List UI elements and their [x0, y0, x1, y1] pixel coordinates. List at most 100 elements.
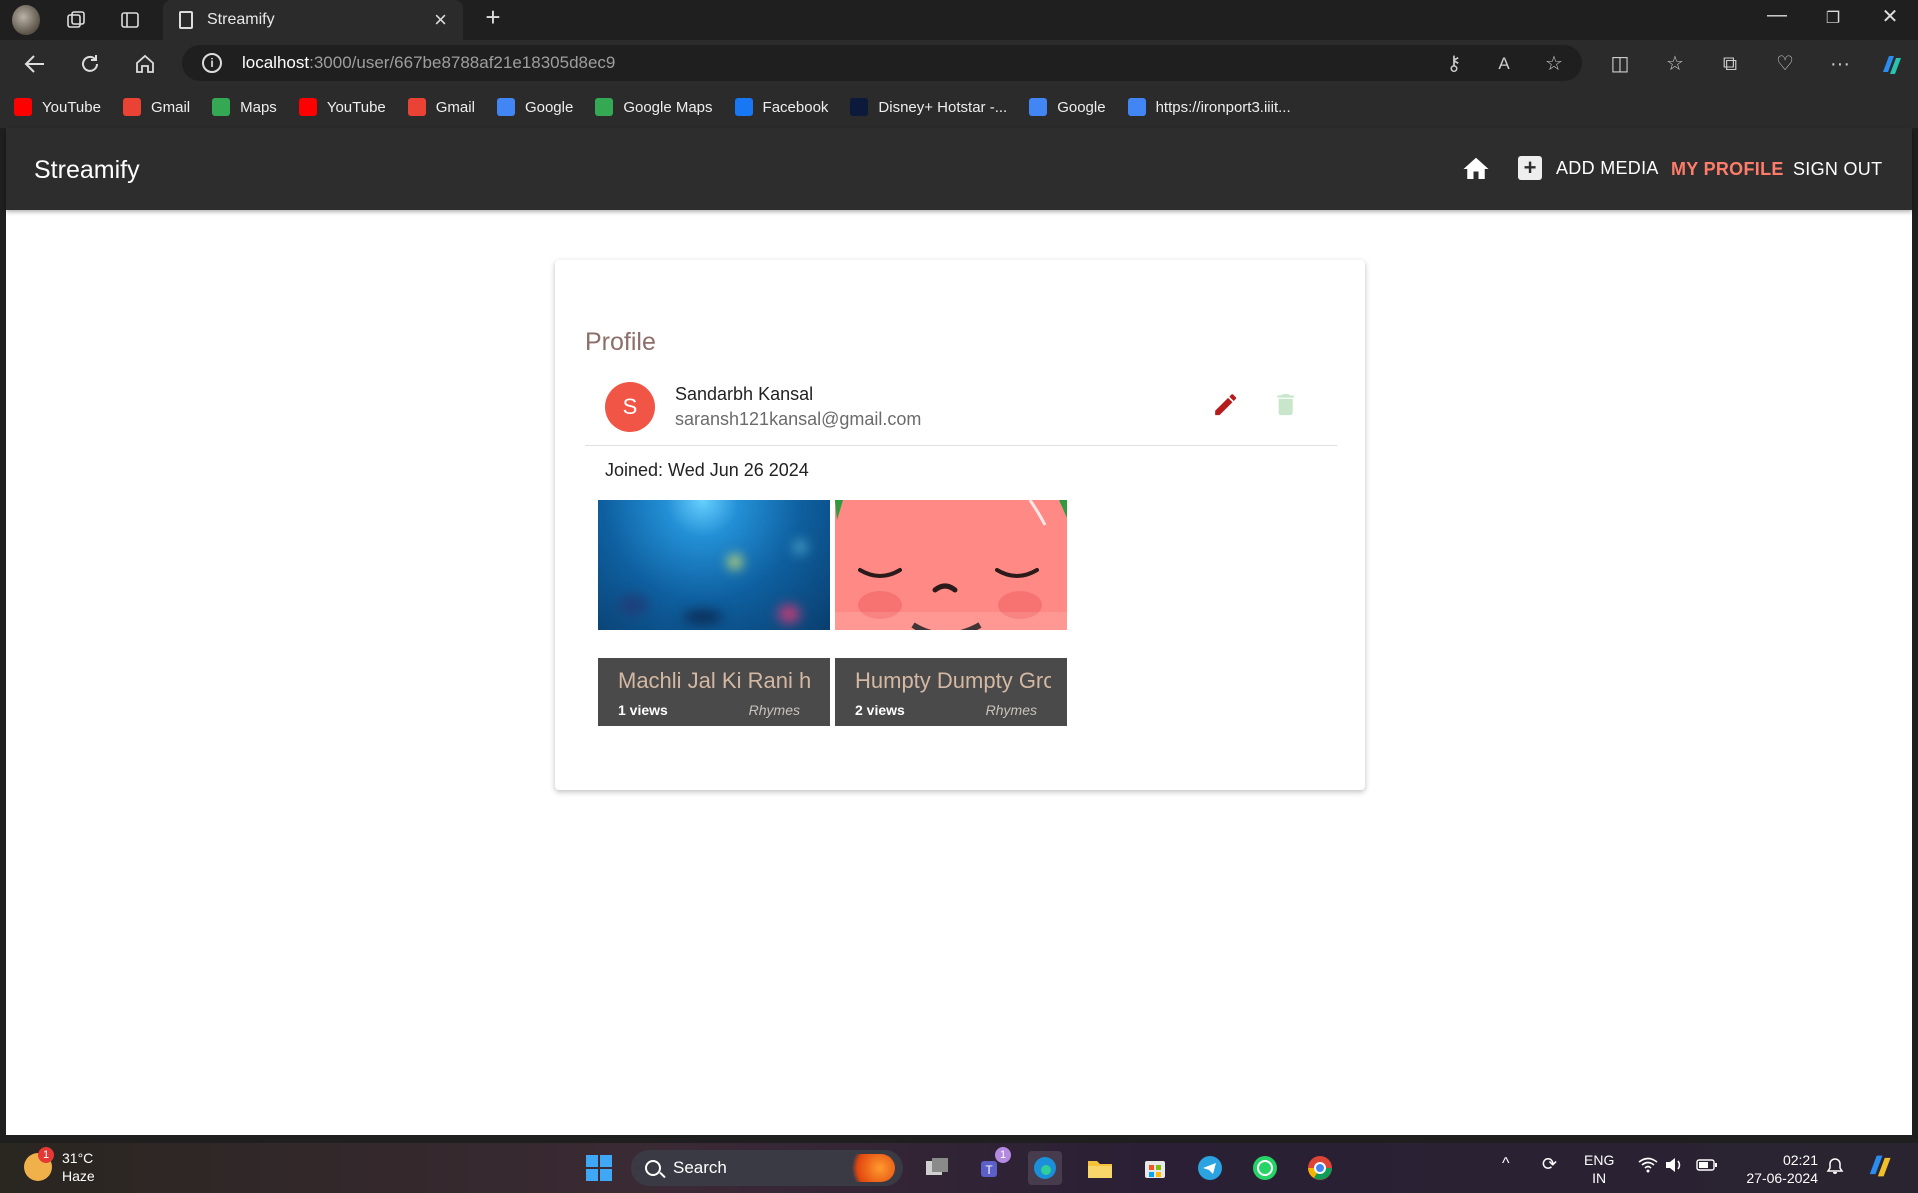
minimize-button[interactable]: —	[1757, 4, 1797, 27]
new-tab-button[interactable]: +	[473, 2, 513, 33]
weather-icon: 1	[24, 1147, 54, 1181]
media-title[interactable]: Machli Jal Ki Rani h	[618, 668, 814, 694]
volume-icon[interactable]	[1664, 1157, 1684, 1177]
facebook-icon	[734, 98, 753, 116]
delete-trash-icon	[1277, 394, 1294, 416]
clock[interactable]: 02:21 27-06-2024	[1738, 1151, 1818, 1187]
edge-browser-icon[interactable]	[1028, 1151, 1062, 1185]
user-list-item: S Sandarbh Kansal saransh121kansal@gmail…	[585, 372, 1337, 446]
media-views: 1 views	[618, 702, 668, 718]
add-media-label: ADD MEDIA	[1556, 157, 1659, 178]
bookmark-label: Facebook	[762, 98, 829, 116]
bookmark-label: Disney+ Hotstar -...	[878, 98, 1008, 116]
media-title[interactable]: Humpty Dumpty Gro	[855, 668, 1051, 694]
bookmark-item[interactable]: Maps	[212, 98, 277, 116]
tab-actions-icon[interactable]	[116, 6, 144, 34]
password-key-icon[interactable]: ⚷	[1442, 52, 1466, 76]
media-tile[interactable]: Machli Jal Ki Rani h 1 views Rhymes	[598, 500, 830, 726]
notification-bell-icon[interactable]	[1826, 1157, 1844, 1179]
taskbar-search[interactable]: Search	[631, 1150, 903, 1186]
youtube-icon	[298, 98, 317, 116]
add-media-button[interactable]: + ADD MEDIA	[1518, 156, 1659, 180]
favorite-star-icon[interactable]: ☆	[1542, 52, 1566, 76]
youtube-icon	[14, 98, 32, 116]
media-tile[interactable]: Humpty Dumpty Gro 2 views Rhymes	[835, 500, 1067, 726]
temperature: 31°C	[62, 1150, 94, 1166]
task-view-icon[interactable]	[920, 1151, 954, 1185]
collections-icon[interactable]: ⧉	[1718, 52, 1742, 76]
copilot-taskbar-icon[interactable]	[1864, 1151, 1894, 1185]
refresh-button[interactable]	[75, 49, 105, 79]
bookmark-item[interactable]: YouTube	[14, 98, 101, 116]
url-host: localhost	[242, 53, 310, 72]
app-header: Streamify + ADD MEDIA MY PROFILE SIGN OU…	[6, 128, 1912, 210]
edit-pencil-icon	[1215, 394, 1237, 416]
split-screen-icon[interactable]: ◫	[1608, 52, 1632, 76]
media-thumbnail[interactable]	[598, 500, 830, 630]
bookmark-item[interactable]: Google Maps	[595, 98, 713, 116]
copilot-icon[interactable]	[1878, 52, 1902, 76]
gmail-icon	[122, 98, 141, 116]
show-hidden-icons[interactable]: ^	[1502, 1155, 1510, 1173]
maps-icon	[212, 98, 231, 116]
wifi-icon[interactable]	[1638, 1157, 1658, 1177]
microsoft-store-icon[interactable]	[1138, 1151, 1172, 1185]
user-email: saransh121kansal@gmail.com	[675, 409, 922, 429]
browser-essentials-icon[interactable]: ♡	[1773, 52, 1797, 76]
add-box-icon: +	[1518, 156, 1542, 180]
edit-profile-button[interactable]	[1205, 384, 1245, 424]
media-info-bar: Humpty Dumpty Gro 2 views Rhymes	[835, 658, 1067, 726]
home-icon[interactable]	[1461, 154, 1491, 184]
file-explorer-icon[interactable]	[1083, 1151, 1117, 1185]
date: 27-06-2024	[1746, 1170, 1818, 1186]
read-aloud-icon[interactable]: A	[1492, 52, 1516, 76]
address-bar-row: i localhost :3000/user/667be8788af21e183…	[0, 40, 1918, 86]
bookmark-label: YouTube	[326, 98, 386, 116]
search-label: Search	[673, 1158, 727, 1177]
teams-icon[interactable]: T 1	[975, 1147, 1011, 1185]
delete-profile-button[interactable]	[1265, 384, 1305, 424]
telegram-icon[interactable]	[1193, 1151, 1227, 1185]
chrome-icon[interactable]	[1303, 1151, 1337, 1185]
weather-widget[interactable]: 1 31°C Haze	[24, 1147, 95, 1185]
bookmark-item[interactable]: Google	[1029, 98, 1106, 116]
bookmark-item[interactable]: Gmail	[407, 98, 475, 116]
language-indicator[interactable]: ENG IN	[1584, 1151, 1614, 1187]
tab-streamify[interactable]: Streamify ×	[163, 0, 463, 40]
bookmark-item[interactable]: YouTube	[298, 98, 386, 116]
bookmarks-bar: YouTube Gmail Maps YouTube Gmail Google Google…	[0, 86, 1918, 128]
start-button[interactable]	[582, 1151, 616, 1185]
profile-avatar[interactable]	[12, 5, 40, 35]
bookmark-item[interactable]: Disney+ Hotstar -...	[850, 98, 1007, 116]
site-info-icon[interactable]: i	[202, 53, 222, 73]
bookmark-label: Maps	[240, 98, 277, 116]
whatsapp-icon[interactable]	[1248, 1151, 1282, 1185]
url-path: :3000/user/667be8788af21e18305d8ec9	[309, 53, 616, 72]
teams-badge: 1	[995, 1147, 1011, 1163]
favorites-icon[interactable]: ☆	[1663, 52, 1687, 76]
region: IN	[1592, 1170, 1607, 1186]
url-field[interactable]: i localhost :3000/user/667be8788af21e183…	[182, 45, 1582, 81]
restore-button[interactable]: ❐	[1813, 8, 1853, 28]
sign-out-button[interactable]: SIGN OUT	[1793, 159, 1882, 180]
bookmark-label: YouTube	[42, 98, 101, 116]
bookmark-item[interactable]: Gmail	[122, 98, 191, 116]
back-button[interactable]	[20, 49, 50, 79]
media-thumbnail[interactable]	[835, 500, 1067, 630]
bookmark-item[interactable]: Google	[496, 98, 573, 116]
bookmark-item[interactable]: Facebook	[734, 98, 829, 116]
more-menu-icon[interactable]: ···	[1828, 52, 1852, 76]
bookmark-label: Gmail	[150, 98, 191, 116]
bookmark-item[interactable]: https://ironport3.iiit...	[1127, 98, 1291, 116]
brand-title[interactable]: Streamify	[34, 156, 140, 185]
my-profile-button[interactable]: MY PROFILE	[1671, 159, 1784, 180]
bookmark-label: Google Maps	[623, 98, 713, 116]
browser-tab-bar: Streamify × + — ❐ ✕	[0, 0, 1918, 40]
sync-icon[interactable]: ⟳	[1542, 1155, 1557, 1173]
workspaces-icon[interactable]	[62, 6, 90, 34]
close-window-button[interactable]: ✕	[1870, 4, 1910, 29]
close-tab-icon[interactable]: ×	[434, 7, 447, 33]
google-icon	[496, 98, 515, 116]
home-button[interactable]	[130, 49, 160, 79]
battery-icon[interactable]	[1696, 1157, 1718, 1177]
